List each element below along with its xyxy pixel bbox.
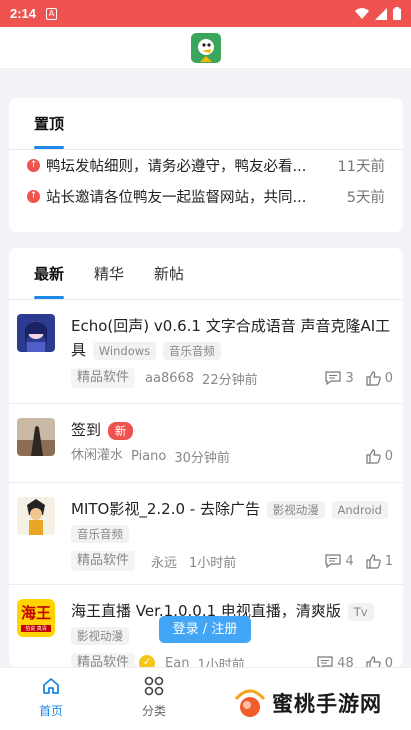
watermark-text: 蜜桃手游网 (272, 692, 382, 716)
post-tag[interactable]: 影视动漫 (266, 500, 325, 519)
post-time: 1小时前 (189, 555, 237, 571)
comment-count-value: 4 (345, 553, 354, 569)
tab-pinned[interactable]: 置顶 (34, 98, 65, 149)
like-count-value: 1 (384, 553, 393, 569)
post-meta: 精品软件 aa8668 22分钟前 3 0 (71, 368, 393, 388)
post-tag[interactable]: Tv (347, 602, 374, 621)
arrow-up-icon: ↑ (27, 159, 40, 172)
post-avatar[interactable] (17, 418, 55, 456)
post-meta: 精品软件 永远 1小时前 4 1 (71, 551, 393, 571)
grid-icon (144, 676, 164, 696)
post-item[interactable]: Echo(回声) v0.6.1 文字合成语音 声音克隆AI工具 Windows … (9, 300, 403, 404)
sim-icon: A (46, 7, 58, 20)
post-meta: 休闲灌水 Piano 30分钟前 0 (71, 446, 393, 466)
pinned-tabs: 置顶 (9, 98, 403, 150)
post-title[interactable]: MITO影视_2.2.0 - 去除广告 影视动漫 Android 音乐音频 (71, 497, 393, 545)
thumbs-up-icon (366, 553, 381, 569)
thumbs-up-icon (366, 448, 381, 464)
thumbs-up-icon (366, 370, 381, 386)
post-item[interactable]: MITO影视_2.2.0 - 去除广告 影视动漫 Android 音乐音频 精品… (9, 483, 403, 585)
post-tag[interactable]: 影视动漫 (71, 626, 129, 645)
avatar-logo-subtext: 怕说 真清 (21, 625, 51, 632)
post-title-text: MITO影视_2.2.0 - 去除广告 (71, 500, 260, 518)
post-category[interactable]: 休闲灌水 (71, 446, 123, 466)
comment-icon (325, 371, 342, 385)
comment-count[interactable]: 4 (325, 553, 354, 569)
feed-tabs: 最新 精华 新帖 (9, 248, 403, 300)
post-title[interactable]: Echo(回声) v0.6.1 文字合成语音 声音克隆AI工具 Windows … (71, 314, 393, 362)
post-avatar[interactable]: 海王 怕说 真清 (17, 599, 55, 637)
nav-home-label: 首页 (38, 704, 63, 718)
pinned-item[interactable]: ↑ 鸭坛发帖细则，请务必遵守，鸭友必看... 11天前 (9, 150, 403, 181)
like-count[interactable]: 0 (366, 449, 393, 464)
pinned-item-time: 5天前 (346, 190, 385, 206)
post-tag[interactable]: 音乐音频 (71, 524, 129, 543)
like-count-value: 0 (384, 370, 393, 386)
pinned-item-time: 11天前 (337, 159, 385, 175)
home-icon (43, 678, 59, 694)
avatar-logo-text: 海王 (20, 604, 51, 622)
post-author[interactable]: aa8668 (145, 371, 194, 386)
app-header (0, 27, 411, 69)
post-tag[interactable]: 音乐音频 (162, 341, 221, 360)
pinned-item-title: 站长邀请各位鸭友一起监督网站，共同... (46, 190, 307, 206)
comment-icon (325, 554, 342, 568)
post-category[interactable]: 精品软件 (71, 368, 136, 388)
tab-new-posts[interactable]: 新帖 (154, 248, 184, 299)
post-meta: 精品软件 ✓ Ean 1小时前 48 0 (71, 653, 393, 668)
post-avatar[interactable] (17, 497, 55, 535)
pinned-item-title: 鸭坛发帖细则，请务必遵守，鸭友必看... (46, 159, 307, 175)
post-time: 1小时前 (197, 657, 245, 669)
like-count-value: 0 (384, 448, 393, 464)
status-bar: 2:14 A (0, 0, 411, 27)
post-category[interactable]: 精品软件 (71, 551, 136, 571)
login-register-button[interactable]: 登录 / 注册 (159, 616, 251, 643)
post-author[interactable]: 永远 (151, 552, 177, 571)
post-title[interactable]: 签到 新 (71, 418, 393, 442)
signal-icon (375, 7, 387, 20)
peach-logo-icon (234, 689, 266, 717)
like-count[interactable]: 0 (366, 371, 393, 386)
like-count[interactable]: 1 (366, 554, 393, 569)
nav-categories-label: 分类 (141, 704, 166, 718)
post-time: 22分钟前 (202, 372, 258, 388)
pinned-card: 置顶 ↑ 鸭坛发帖细则，请务必遵守，鸭友必看... 11天前 ↑ 站长邀请各位鸭… (9, 98, 403, 232)
watermark: 蜜桃手游网 (232, 685, 382, 721)
post-avatar[interactable] (17, 314, 55, 352)
new-badge: 新 (107, 421, 134, 440)
post-item[interactable]: 签到 新 休闲灌水 Piano 30分钟前 0 (9, 404, 403, 483)
comment-count[interactable]: 3 (325, 370, 354, 386)
comment-count-value: 3 (345, 370, 354, 386)
arrow-up-icon: ↑ (27, 190, 40, 203)
nav-categories[interactable]: 分类 (124, 676, 184, 719)
post-category[interactable]: 精品软件 (71, 653, 136, 668)
post-time: 30分钟前 (174, 450, 230, 466)
nav-home[interactable]: 首页 (21, 676, 81, 719)
feed-card: 最新 精华 新帖 Echo(回声) v0.6.1 文字合成语音 声音克隆AI工具… (9, 248, 403, 668)
post-author[interactable]: Piano (131, 449, 166, 464)
tab-featured[interactable]: 精华 (94, 248, 124, 299)
pinned-item[interactable]: ↑ 站长邀请各位鸭友一起监督网站，共同... 5天前 (9, 181, 403, 212)
post-tag[interactable]: Windows (92, 341, 157, 360)
app-logo-icon (190, 32, 221, 63)
post-tag[interactable]: Android (331, 500, 388, 519)
wifi-icon (355, 7, 369, 19)
tab-latest[interactable]: 最新 (34, 248, 65, 299)
post-title-text: 签到 (71, 421, 102, 439)
status-time: 2:14 (10, 6, 37, 21)
battery-icon (393, 7, 401, 20)
